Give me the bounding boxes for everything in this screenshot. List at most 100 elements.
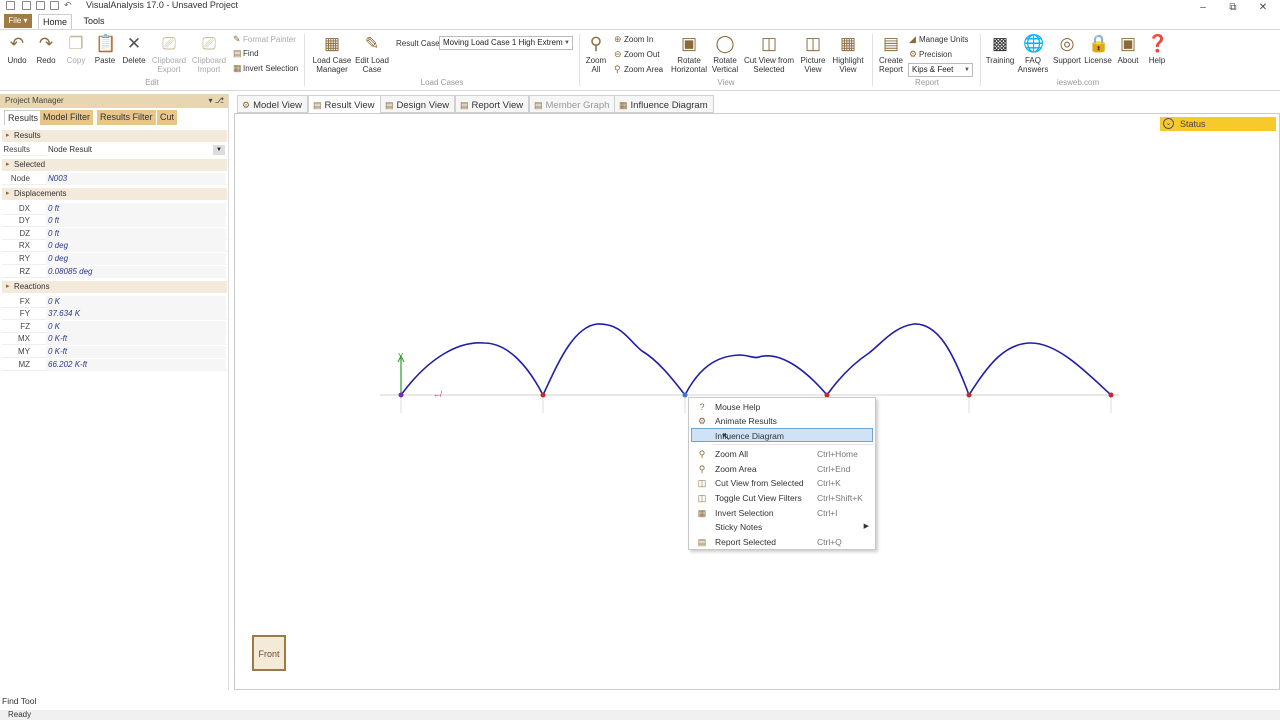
edit-load-case-icon: ✎ — [364, 34, 380, 53]
result-case-dropdown[interactable]: Moving Load Case 1 High Extrem ▼ — [439, 36, 573, 50]
support-label: Support — [1052, 56, 1082, 65]
front-view-button[interactable]: Front — [252, 635, 286, 671]
property-key: DZ — [19, 228, 30, 238]
tab-tools[interactable]: Tools — [80, 14, 108, 28]
clipboard-import-button[interactable]: ⎚ Clipboard Import — [190, 34, 228, 74]
project-manager-tabs: Results Model Filter Results Filter Cut — [0, 110, 228, 125]
copy-button[interactable]: ❐ Copy — [63, 34, 89, 65]
node-marker[interactable] — [682, 392, 688, 398]
precision-label: Precision — [919, 50, 952, 59]
file-menu-label: File — [8, 16, 22, 25]
pin-icon[interactable]: ▾ ⎇ — [209, 94, 224, 108]
create-report-button[interactable]: ▤ Create Report — [876, 34, 906, 74]
cut-view-button[interactable]: ◫ Cut View from Selected — [742, 34, 796, 74]
find-icon: ▤ — [233, 48, 242, 58]
rotate-horizontal-button[interactable]: ▣ Rotate Horizontal — [668, 34, 710, 74]
training-button[interactable]: ▩ Training — [984, 34, 1016, 65]
pm-tab-results-filter[interactable]: Results Filter — [97, 110, 156, 125]
new-file-icon[interactable] — [22, 1, 31, 10]
reactions-section-header[interactable]: Reactions — [2, 281, 227, 293]
license-button[interactable]: 🔒 License — [1083, 34, 1113, 65]
undo-button[interactable]: ↶ Undo — [4, 34, 30, 65]
menu-item-invert-selection[interactable]: ▦ Invert Selection Ctrl+I — [691, 506, 873, 520]
pm-tab-cut[interactable]: Cut — [157, 110, 178, 125]
paste-button[interactable]: 📋 Paste — [92, 34, 118, 65]
faq-answers-button[interactable]: 🌐 FAQ Answers — [1017, 34, 1049, 74]
zoom-all-button[interactable]: ⚲ Zoom All — [582, 34, 610, 74]
chevron-down-icon[interactable]: ▼ — [213, 145, 225, 155]
edit-load-case-button[interactable]: ✎ Edit Load Case — [354, 34, 390, 74]
zoom-in-button[interactable]: ⊕ Zoom In — [614, 34, 653, 45]
save-icon[interactable] — [36, 1, 45, 10]
node-marker[interactable] — [1108, 392, 1114, 398]
load-case-manager-icon: ▦ — [323, 34, 341, 53]
invert-selection-button[interactable]: ▦Invert Selection — [233, 63, 298, 74]
influence-curve[interactable] — [400, 323, 1112, 397]
node-marker[interactable] — [540, 392, 546, 398]
tab-report-view[interactable]: ▤ Report View — [455, 95, 530, 113]
find-tool-tab[interactable]: Find Tool — [2, 696, 36, 706]
result-case-value: Moving Load Case 1 High Extrem — [443, 38, 563, 47]
zoom-area-button[interactable]: ⚲ Zoom Area — [614, 64, 663, 75]
menu-item-influence-diagram[interactable]: Influence Diagram ↖ — [691, 428, 873, 443]
tab-home[interactable]: Home — [38, 14, 72, 29]
load-case-manager-button[interactable]: ▦ Load Case Manager — [310, 34, 354, 74]
ribbon: ↶ Undo ↷ Redo ❐ Copy 📋 Paste ✕ Delete ⎚ Clipbo… — [0, 29, 1280, 91]
menu-item-shortcut: Ctrl+I — [817, 508, 838, 518]
highlight-view-button[interactable]: ▦ Highlight View — [830, 34, 866, 74]
manage-units-label: Manage Units — [919, 35, 969, 44]
picture-view-button[interactable]: ◫ Picture View — [798, 34, 828, 74]
tab-member-graph[interactable]: ▤ Member Graph — [529, 95, 616, 113]
clipboard-export-button[interactable]: ⎚ Clipboard Export — [150, 34, 188, 74]
close-button[interactable]: ✕ — [1256, 2, 1270, 14]
highlight-view-label: Highlight View — [832, 56, 864, 74]
undo-quick-icon[interactable]: ↶ — [64, 0, 72, 11]
results-section-header[interactable]: Results — [2, 130, 227, 142]
format-painter-button[interactable]: ✎ Format Painter — [233, 34, 296, 45]
property-value: 66.202 K-ft — [46, 358, 226, 371]
support-button[interactable]: ◎ Support — [1051, 34, 1083, 65]
delete-button[interactable]: ✕ Delete — [121, 34, 147, 65]
selected-section-header[interactable]: Selected — [2, 159, 227, 171]
redo-button[interactable]: ↷ Redo — [33, 34, 59, 65]
reactions-row-fy: FY 37.634 K — [2, 308, 227, 321]
panel-divider[interactable] — [228, 94, 229, 690]
maximize-button[interactable]: ⧉ — [1226, 2, 1240, 14]
tab-model-view[interactable]: ⚙ Model View — [237, 95, 309, 113]
tab-design-view[interactable]: ▤ Design View — [380, 95, 456, 113]
menu-item-zoom-area[interactable]: ⚲ Zoom Area Ctrl+End — [691, 462, 873, 476]
node-marker[interactable] — [966, 392, 972, 398]
menu-item-label: Report Selected — [715, 537, 776, 547]
reactions-row-fx: FX 0 K — [2, 295, 227, 308]
find-button[interactable]: ▤Find — [233, 48, 259, 59]
units-dropdown[interactable]: Kips & Feet ▼ — [908, 63, 973, 77]
menu-item-report-selected[interactable]: ▤ Report Selected Ctrl+Q — [691, 535, 873, 549]
manage-units-button[interactable]: ◢ Manage Units — [909, 34, 968, 45]
menu-item-animate-results[interactable]: ⚙ Animate Results — [691, 414, 873, 428]
results-row[interactable]: Results Node Result ▼ — [2, 144, 227, 156]
zoom-out-button[interactable]: ⊖ Zoom Out — [614, 49, 660, 60]
menu-item-cut-view[interactable]: ◫ Cut View from Selected Ctrl+K — [691, 476, 873, 490]
menu-item-sticky-notes[interactable]: Sticky Notes ▶ — [691, 520, 873, 534]
displacements-row-rx: RX 0 deg — [2, 240, 227, 253]
tab-influence-diagram[interactable]: ▦ Influence Diagram — [614, 95, 714, 113]
about-button[interactable]: ▣ About — [1113, 34, 1143, 65]
menu-item-mouse-help[interactable]: ? Mouse Help — [691, 400, 873, 414]
node-row: Node N003 — [2, 173, 227, 185]
displacements-section-header[interactable]: Displacements — [2, 188, 227, 200]
node-marker[interactable] — [398, 392, 404, 398]
pm-tab-model-filter[interactable]: Model Filter — [40, 110, 94, 125]
print-icon[interactable] — [50, 1, 59, 10]
animate-icon: ⚙ — [697, 416, 707, 426]
file-menu[interactable]: File ▾ — [4, 14, 32, 28]
tab-report-view-label: Report View — [471, 100, 524, 111]
rotate-vertical-button[interactable]: ◯ Rotate Vertical — [710, 34, 740, 74]
minimize-button[interactable]: – — [1196, 2, 1210, 14]
tab-result-view[interactable]: ▤ Result View — [308, 95, 381, 113]
help-button[interactable]: ❓ Help — [1143, 34, 1171, 65]
pm-tab-results[interactable]: Results — [4, 110, 43, 125]
menu-item-zoom-all[interactable]: ⚲ Zoom All Ctrl+Home — [691, 447, 873, 461]
menu-item-toggle-cut-view-filters[interactable]: ◫ Toggle Cut View Filters Ctrl+Shift+K — [691, 491, 873, 505]
precision-button[interactable]: ⚙ Precision — [909, 49, 952, 60]
copy-icon: ❐ — [68, 34, 84, 53]
